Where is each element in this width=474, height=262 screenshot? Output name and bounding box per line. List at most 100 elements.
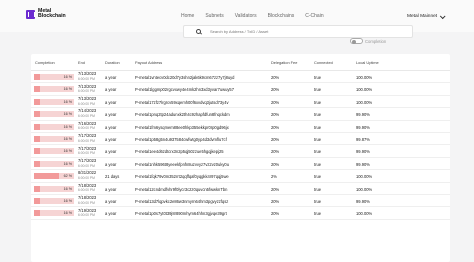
table-row[interactable]: 16 % 7/13/2023 6:00:00 PM a year P-metal1vnt… xyxy=(31,71,450,84)
end-cell: 7/19/2023 6:00:00 PM xyxy=(78,208,96,218)
delegation-fee-cell: 2% xyxy=(271,174,277,180)
completion-bar-fill xyxy=(34,123,41,130)
connected-cell: true xyxy=(314,211,322,217)
completion-percent: 16 % xyxy=(63,112,72,117)
delegation-fee-cell: 20% xyxy=(271,149,280,155)
duration-cell: a year xyxy=(105,186,117,192)
duration-cell: a year xyxy=(105,99,117,105)
toggle-switch[interactable] xyxy=(350,38,363,44)
local-uptime-cell: 100.00% xyxy=(356,211,373,217)
payout-address-cell[interactable]: P-metal1fm6ysqmem88ee0hkp355ekkpr0rp0gd9… xyxy=(135,125,229,130)
table-row[interactable]: 62 % 8/31/2022 6:00:00 PM 21 days P-metal1fq… xyxy=(31,170,450,183)
nav-subnets[interactable]: Subnets xyxy=(205,13,223,19)
local-uptime-cell: 99.90% xyxy=(356,161,370,167)
table-row[interactable]: 16 % 7/18/2023 6:00:00 PM a year P-metal12cn… xyxy=(31,183,450,195)
chevron-down-icon xyxy=(440,12,446,19)
payout-address-cell[interactable]: P-metal1p0s7yt0t39j8r890mhym64hhn3gjvqe3… xyxy=(135,211,227,216)
completion-bar: 16 % xyxy=(34,160,74,167)
completion-percent: 16 % xyxy=(63,75,72,79)
table-row[interactable]: 16 % 7/16/2023 6:00:00 PM a year P-metal1fm6… xyxy=(31,121,450,133)
table-row[interactable]: 16 % 7/17/2023 6:00:00 PM a year P-metal1p58… xyxy=(31,133,450,146)
duration-cell: a year xyxy=(105,75,117,81)
validators-table: Completion End Duration Payout Address D… xyxy=(31,54,450,262)
nav-validators[interactable]: Validators xyxy=(235,13,257,19)
end-time: 6:00:00 PM xyxy=(78,89,95,94)
end-time: 6:00:00 PM xyxy=(78,76,95,81)
nav-c-chain[interactable]: C-Chain xyxy=(305,13,323,19)
duration-cell: a year xyxy=(105,112,117,118)
delegation-fee-cell: 20% xyxy=(271,137,280,143)
table-row[interactable]: 16 % 7/18/2023 6:00:00 PM a year P-metal13d7… xyxy=(31,195,450,208)
end-cell: 7/16/2023 6:00:00 PM xyxy=(78,121,96,131)
search-input[interactable]: Search by Address / TxID / Asset xyxy=(210,29,268,34)
completion-percent: 62 % xyxy=(63,174,72,179)
local-uptime-cell: 99.90% xyxy=(356,199,370,205)
completion-toggle[interactable]: Completion xyxy=(350,38,386,44)
payout-address-cell[interactable]: P-metal1vntecv0dc20d7y3shn2jak6k9cm67zz7… xyxy=(135,75,234,80)
table-row[interactable]: 16 % 7/17/2023 6:00:00 PM a year P-metal1nhk… xyxy=(31,157,450,171)
end-cell: 7/17/2023 6:00:00 PM xyxy=(78,146,96,156)
end-time: 6:00:00 PM xyxy=(78,163,95,168)
col-local-uptime[interactable]: Local Uptime xyxy=(356,60,379,65)
completion-percent: 16 % xyxy=(63,161,72,166)
end-time: 6:00:00 PM xyxy=(78,101,95,106)
payout-address-cell[interactable]: P-metal13d7lqpvkc2e86w3nmyrn64hm3pgvyzzf… xyxy=(135,199,228,204)
duration-cell: a year xyxy=(105,149,117,155)
main-nav: Home Subnets Validators Blockchains C-Ch… xyxy=(181,13,335,19)
end-cell: 7/17/2023 6:00:00 PM xyxy=(78,157,97,168)
col-payout-address[interactable]: Payout Address xyxy=(135,60,162,65)
col-end[interactable]: End xyxy=(78,60,85,65)
completion-bar-fill xyxy=(34,98,41,105)
table-row[interactable]: 16 % 7/13/2023 6:00:00 PM a year P-metal17zf… xyxy=(31,96,450,109)
col-completion[interactable]: Completion xyxy=(35,60,55,65)
completion-bar-fill xyxy=(34,185,41,192)
col-duration[interactable]: Duration xyxy=(105,60,120,65)
nav-blockchains[interactable]: Blockchains xyxy=(268,13,295,19)
col-connected[interactable]: Connected xyxy=(314,60,333,65)
duration-cell: a year xyxy=(105,124,117,130)
connected-cell: true xyxy=(314,174,322,180)
col-delegation-fee[interactable]: Delegation Fee xyxy=(271,60,297,65)
payout-address-cell[interactable]: P-metal1ee4d6zdtcrx3n2p5qj50zzue5hgqjkep… xyxy=(135,149,224,154)
completion-bar-fill xyxy=(34,136,41,142)
payout-address-cell[interactable]: P-metal1nhk596t8yeeekfpnfn8uzvvyz7vz2vz0… xyxy=(135,162,229,167)
payout-address-cell[interactable]: P-metal1pnq2tp24adunxk2th4c9zhapfdfun8fn… xyxy=(135,112,230,117)
nav-home[interactable]: Home xyxy=(181,13,194,19)
delegation-fee-cell: 20% xyxy=(271,124,280,130)
duration-cell: a year xyxy=(105,87,117,93)
connected-cell: true xyxy=(314,137,322,143)
table-row[interactable]: 16 % 7/19/2023 6:00:00 PM a year P-metal1p0s… xyxy=(31,207,450,220)
table-row[interactable]: 16 % 7/17/2023 6:00:00 PM a year P-metal1ee4… xyxy=(31,145,450,158)
connected-cell: true xyxy=(314,199,322,205)
brand-logo[interactable]: Metal Blockchain xyxy=(26,8,66,19)
table-row[interactable]: 16 % 7/14/2023 6:00:00 PM a year P-metal1pnq… xyxy=(31,108,450,121)
local-uptime-cell: 99.90% xyxy=(356,149,370,155)
end-time: 6:00:00 PM xyxy=(78,126,95,131)
table-row[interactable]: 16 % 7/13/2023 6:00:00 PM a year P-metal1lgg… xyxy=(31,83,450,96)
delegation-fee-cell: 20% xyxy=(271,99,280,105)
payout-address-cell[interactable]: P-metal1lggmp02rgcvxwy4e4mk2hn3xd3yvar7u… xyxy=(135,87,234,92)
payout-address-cell[interactable]: P-metal17zfz7lrgrcv59xqemh00f6xvdvq3juts… xyxy=(135,100,229,105)
duration-cell: 21 days xyxy=(105,174,120,180)
payout-address-cell[interactable]: P-metal12cndmdfvhr9f0lycr3c2z0quvcn5fwwk… xyxy=(135,187,227,192)
connected-cell: true xyxy=(314,75,322,81)
completion-bar: 16 % xyxy=(34,210,74,217)
duration-cell: a year xyxy=(105,199,117,205)
network-label: Metal Mainnet xyxy=(407,14,438,19)
completion-percent: 16 % xyxy=(63,124,72,129)
payout-address-cell[interactable]: P-metal1fqk79v0m352rrt2qqffqaf0yqgkk4r97… xyxy=(135,174,229,179)
end-time: 6:00:00 PM xyxy=(78,213,95,218)
end-time: 6:00:00 PM xyxy=(78,138,95,143)
end-date: 7/17/2023 xyxy=(78,157,97,163)
network-selector[interactable]: Metal Mainnet xyxy=(407,12,446,19)
end-time: 6:00:00 PM xyxy=(78,151,95,156)
delegation-fee-cell: 20% xyxy=(271,112,280,118)
duration-cell: a year xyxy=(105,211,117,217)
completion-bar: 16 % xyxy=(34,86,74,93)
search-bar[interactable]: Search by Address / TxID / Asset xyxy=(183,25,413,38)
end-cell: 7/18/2023 6:00:00 PM xyxy=(78,183,96,193)
payout-address-cell[interactable]: P-metal1p58g5n4u937584cwfwtg0yp4d3dvmflu… xyxy=(135,137,227,142)
end-cell: 8/31/2022 6:00:00 PM xyxy=(78,171,96,180)
delegation-fee-cell: 20% xyxy=(271,186,280,192)
completion-percent: 16 % xyxy=(63,199,72,203)
